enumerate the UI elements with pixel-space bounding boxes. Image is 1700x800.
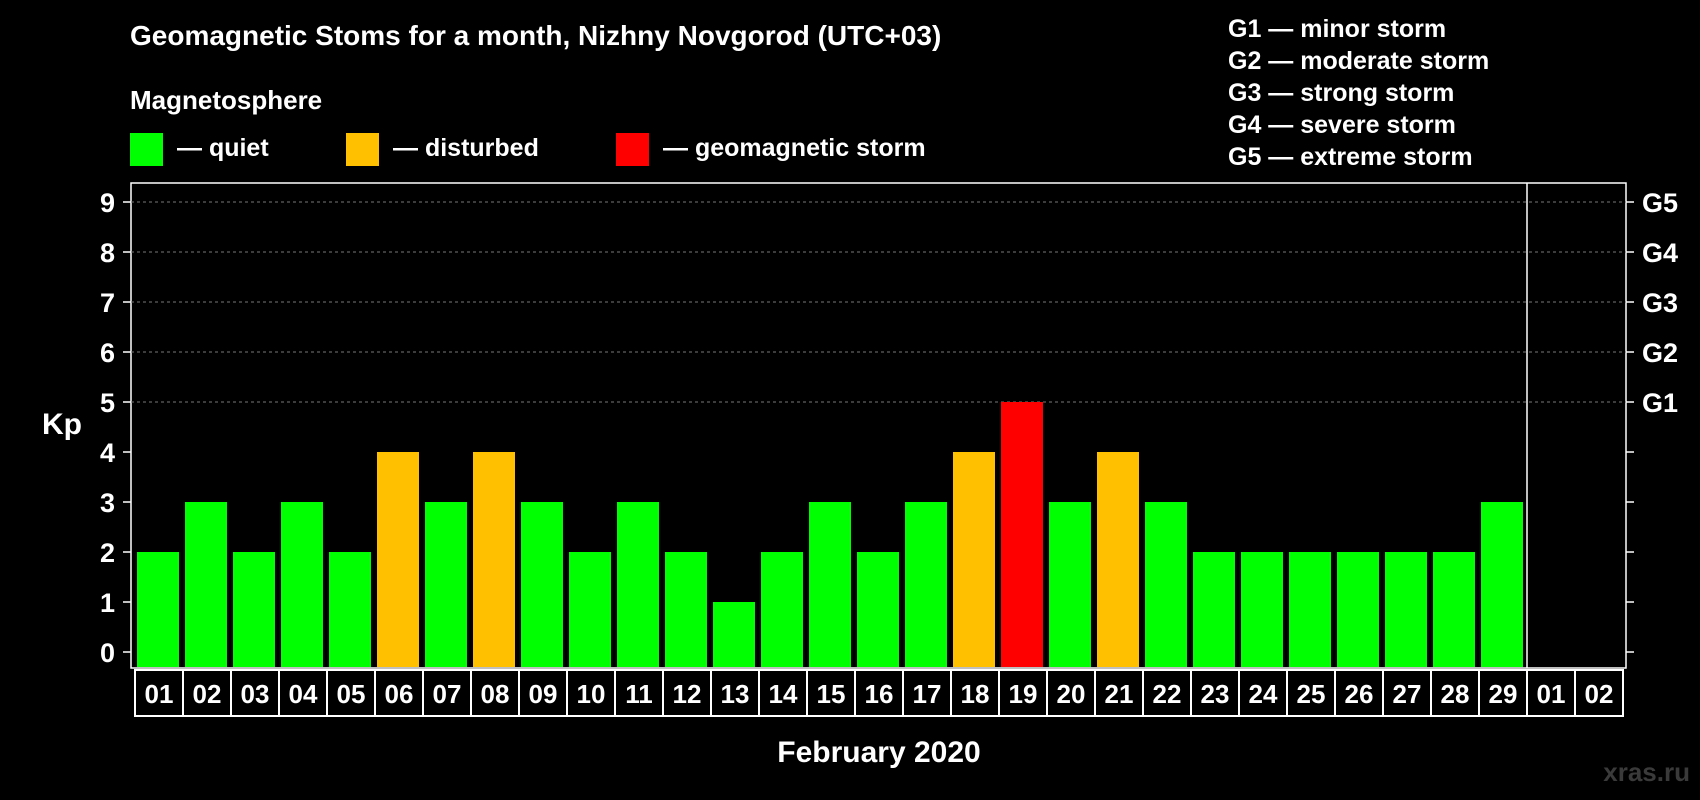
g-level-label: G4 [1642,238,1678,268]
y-tick-label: 4 [100,438,115,468]
x-tick-label: 11 [625,679,653,709]
kp-bar [137,552,179,667]
g-level-label: G2 [1642,338,1678,368]
y-tick-label: 7 [100,288,115,318]
x-tick-label: 13 [721,679,750,709]
y-axis-label: Kp [42,408,82,441]
kp-bar [1337,552,1379,667]
watermark: xras.ru [1603,757,1690,787]
legend-label-quiet: — quiet [177,134,269,162]
g-scale-legend: G1 — minor storm G2 — moderate storm G3 … [1228,13,1489,173]
kp-bar [569,552,611,667]
kp-bar [905,502,947,667]
kp-bar [1241,552,1283,667]
x-tick-label: 25 [1297,679,1326,709]
y-tick-label: 9 [100,188,115,218]
x-tick-label: 02 [193,679,222,709]
x-tick-label: 06 [385,679,414,709]
kp-bar [857,552,899,667]
kp-bar [1385,552,1427,667]
x-tick-label: 10 [577,679,606,709]
kp-bar [473,452,515,667]
kp-bar [665,552,707,667]
kp-bar [1289,552,1331,667]
x-tick-label: 19 [1009,679,1038,709]
g-scale-item: G2 — moderate storm [1228,47,1490,75]
x-tick-label: 21 [1105,679,1134,709]
x-tick-label: 01 [1537,679,1566,709]
kp-bar [1481,502,1523,667]
x-tick-label: 01 [145,679,174,709]
y-tick-label: 5 [100,388,115,418]
x-tick-label: 23 [1201,679,1230,709]
y-tick-label: 0 [100,638,115,668]
kp-bar [1049,502,1091,667]
legend-swatch-disturbed [346,133,379,166]
kp-bar [1145,502,1187,667]
kp-bar [617,502,659,667]
g-scale-item: G5 — extreme storm [1228,143,1473,171]
kp-bar [1433,552,1475,667]
x-tick-label: 09 [529,679,558,709]
kp-bar [185,502,227,667]
x-tick-label: 02 [1585,679,1614,709]
kp-bar [521,502,563,667]
y-tick-label: 8 [100,238,115,268]
kp-bar [281,502,323,667]
kp-bar [329,552,371,667]
kp-bar [1193,552,1235,667]
x-tick-label: 03 [241,679,270,709]
x-tick-label: 28 [1441,679,1470,709]
x-tick-label: 15 [817,679,846,709]
x-tick-label: 26 [1345,679,1374,709]
x-tick-label: 18 [961,679,990,709]
legend-swatch-quiet [130,133,163,166]
legend-label-storm: — geomagnetic storm [663,134,926,162]
y-tick-label: 2 [100,538,115,568]
kp-bar [1001,402,1043,667]
x-tick-label: 05 [337,679,366,709]
legend-heading: Magnetosphere [130,85,323,115]
kp-bar [809,502,851,667]
x-tick-label: 22 [1153,679,1182,709]
kp-bar [1097,452,1139,667]
g-level-label: G5 [1642,188,1678,218]
x-tick-label: 16 [865,679,894,709]
kp-bar [953,452,995,667]
g-scale-item: G1 — minor storm [1228,15,1447,43]
x-tick-label: 27 [1393,679,1422,709]
legend-swatch-storm [616,133,649,166]
chart-title: Geomagnetic Stoms for a month, Nizhny No… [130,20,942,51]
x-tick-label: 20 [1057,679,1086,709]
x-tick-label: 12 [673,679,702,709]
y-tick-label: 6 [100,338,115,368]
kp-bar [425,502,467,667]
y-tick-label: 3 [100,488,115,518]
kp-bar [233,552,275,667]
g-scale-item: G3 — strong storm [1228,79,1455,107]
x-tick-label: 17 [913,679,942,709]
g-level-label: G1 [1642,388,1678,418]
x-tick-label: 24 [1249,679,1278,709]
x-tick-label: 14 [769,679,798,709]
kp-bar [761,552,803,667]
x-axis-label: February 2020 [777,736,981,769]
x-tick-label: 08 [481,679,510,709]
kp-bar [377,452,419,667]
y-tick-label: 1 [100,588,115,618]
legend-label-disturbed: — disturbed [393,134,539,162]
kp-bar [713,602,755,667]
x-tick-label: 29 [1489,679,1518,709]
x-axis-label-wrap: February 2020 [0,736,1700,770]
x-tick-label: 04 [289,679,318,709]
x-tick-label: 07 [433,679,462,709]
g-scale-item: G4 — severe storm [1228,111,1456,139]
g-level-label: G3 [1642,288,1678,318]
